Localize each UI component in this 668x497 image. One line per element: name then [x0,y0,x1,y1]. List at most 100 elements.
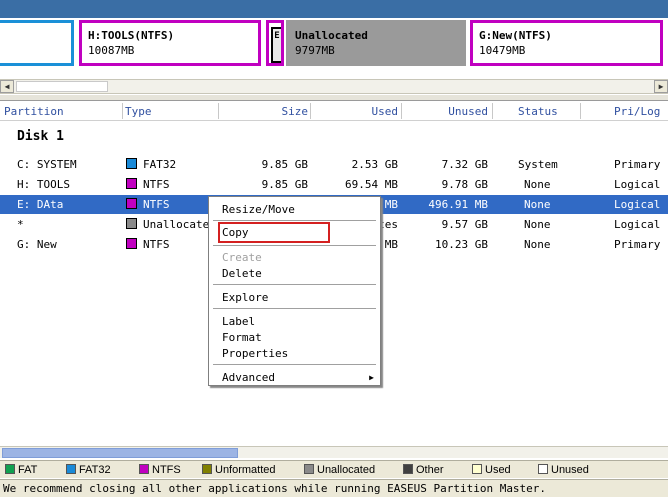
cell-status: None [524,198,551,211]
column-divider[interactable] [310,103,311,119]
column-header-partition[interactable]: Partition [4,105,64,118]
legend-label: Unformatted [215,464,276,476]
disk-map-scrollbar[interactable]: ◀ ▶ [0,79,668,94]
legend-swatch [66,464,76,474]
partition-block-h[interactable]: H:TOOLS(NTFS) 10087MB [79,20,261,66]
cell-type: Unallocated [143,218,216,231]
column-header-size[interactable]: Size [282,105,309,118]
scrollbar-thumb[interactable] [16,81,108,92]
menu-item-delete[interactable]: Delete [222,267,262,280]
partition-block-title: H:TOOLS(NTFS) [88,29,175,42]
cell-used: MB [384,238,398,251]
legend-label: Unallocated [317,464,376,476]
type-color-swatch [126,178,137,189]
cell-prilog: Logical [614,178,661,191]
partition-block-c[interactable] [0,20,74,66]
menu-separator [213,220,376,221]
menu-separator [213,308,376,309]
legend-swatch [538,464,548,474]
status-message: We recommend closing all other applicati… [3,482,547,495]
cell-used: 69.54 MB [345,178,398,191]
legend-label: FAT [18,464,38,476]
table-scrollbar[interactable] [0,446,668,458]
cell-type: NTFS [143,198,170,211]
cell-prilog: Primary [614,158,661,171]
type-color-swatch [126,238,137,249]
disk-label[interactable]: Disk 1 [17,129,64,144]
column-divider[interactable] [122,103,123,119]
disk-map: H:TOOLS(NTFS) 10087MB E Unallocated 9797… [0,18,668,78]
menu-item-advanced[interactable]: Advanced [222,371,275,384]
partition-block-size: 10087MB [88,44,135,57]
scroll-left-arrow-icon[interactable]: ◀ [0,80,14,93]
legend-item: FAT [5,464,37,476]
legend-label: FAT32 [79,464,111,476]
table-row[interactable]: H: TOOLS NTFS 9.85 GB 69.54 MB 9.78 GB N… [0,175,668,194]
column-divider[interactable] [218,103,219,119]
cell-used: tes [378,218,398,231]
legend-item: NTFS [139,464,181,476]
cell-prilog: Primary [614,238,661,251]
column-divider[interactable] [580,103,581,119]
legend-item: FAT32 [66,464,111,476]
cell-unused: 9.57 GB [441,218,488,231]
table-row[interactable]: C: SYSTEM FAT32 9.85 GB 2.53 GB 7.32 GB … [0,155,668,174]
column-header-prilog[interactable]: Pri/Log [614,105,660,118]
cell-partition: C: SYSTEM [17,158,77,171]
column-header-status[interactable]: Status [518,105,558,118]
scroll-right-arrow-icon[interactable]: ▶ [654,80,668,93]
partition-block-title: Unallocated [295,29,368,42]
partition-block-title: G:New(NTFS) [479,29,552,42]
legend-swatch [403,464,413,474]
cell-partition: H: TOOLS [17,178,70,191]
menu-item-explore[interactable]: Explore [222,291,268,304]
column-header-unused[interactable]: Unused [448,105,488,118]
menu-item-properties[interactable]: Properties [222,347,288,360]
context-menu: Resize/Move Copy Create Delete Explore L… [208,196,381,386]
menu-item-resize-move[interactable]: Resize/Move [222,203,295,216]
cell-used: MB [384,198,398,211]
partition-block-e[interactable]: E [266,20,284,66]
partition-block-g[interactable]: G:New(NTFS) 10479MB [470,20,663,66]
legend-label: Unused [551,464,589,476]
legend-item: Unused [538,464,589,476]
window-title-strip [0,0,668,18]
legend-item: Unallocated [304,464,375,476]
cell-partition: * [17,218,24,231]
column-header-type[interactable]: Type [125,105,152,118]
type-color-swatch [126,218,137,229]
legend-swatch [202,464,212,474]
legend-item: Other [403,464,444,476]
menu-separator [213,284,376,285]
type-color-swatch [126,158,137,169]
legend-swatch [139,464,149,474]
cell-status: None [524,178,551,191]
scrollbar-thumb[interactable] [2,448,238,458]
legend-label: Other [416,464,444,476]
cell-unused: 10.23 GB [435,238,488,251]
column-header-used[interactable]: Used [372,105,399,118]
menu-item-format[interactable]: Format [222,331,262,344]
menu-item-copy[interactable]: Copy [222,226,249,239]
column-divider[interactable] [401,103,402,119]
legend-swatch [5,464,15,474]
partition-block-unallocated[interactable]: Unallocated 9797MB [286,20,466,66]
legend-swatch [472,464,482,474]
cell-partition: E: DAta [17,198,64,211]
partition-block-title: E [271,27,281,63]
menu-item-create[interactable]: Create [222,251,262,264]
legend-swatch [304,464,314,474]
cell-size: 9.85 GB [261,178,308,191]
legend: FAT FAT32 NTFS Unformatted Unallocated O… [0,460,668,478]
cell-unused: 7.32 GB [441,158,488,171]
cell-size: 9.85 GB [261,158,308,171]
legend-item: Unformatted [202,464,276,476]
cell-unused: 9.78 GB [441,178,488,191]
partition-block-size: 10479MB [479,44,526,57]
submenu-arrow-icon: ▶ [369,373,374,382]
legend-label: Used [485,464,511,476]
legend-label: NTFS [152,464,181,476]
column-divider[interactable] [492,103,493,119]
menu-item-label[interactable]: Label [222,315,255,328]
cell-status: None [524,238,551,251]
